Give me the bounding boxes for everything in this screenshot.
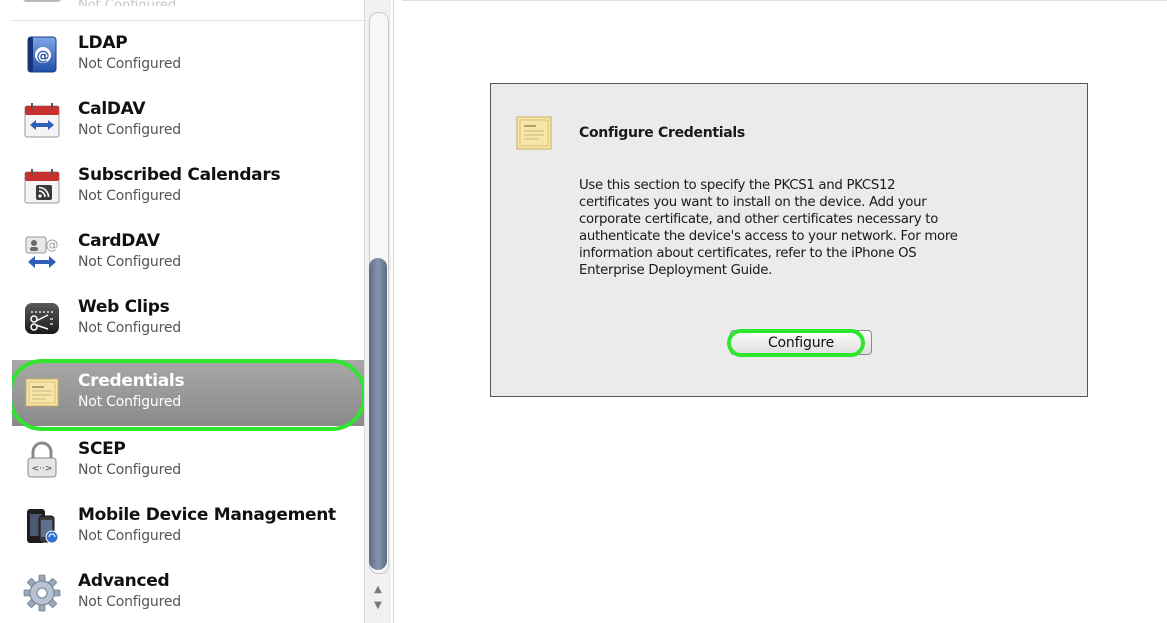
sidebar-item-status: Not Configured xyxy=(78,188,181,204)
scroll-up-arrow-icon[interactable]: ▲ xyxy=(372,584,384,596)
caldav-icon xyxy=(22,100,62,140)
panel-title: Configure Credentials xyxy=(579,125,745,141)
sidebar-item-web-clips[interactable]: Web Clips Not Configured xyxy=(12,286,364,352)
panel-description-line: Use this section to specify the PKCS1 an… xyxy=(579,178,896,193)
advanced-icon xyxy=(22,572,62,612)
panel-description-line: corporate certificate, and other certifi… xyxy=(579,212,939,227)
panel-description-line: certificates you want to install on the … xyxy=(579,195,927,210)
sidebar-item-status: Not Configured xyxy=(78,320,181,336)
sidebar-item-title: CardDAV xyxy=(78,231,160,251)
sidebar-item-ldap[interactable]: @ LDAP Not Configured xyxy=(12,22,364,88)
subscribed-calendars-icon xyxy=(22,166,62,206)
sidebar-item-caldav[interactable]: CalDAV Not Configured xyxy=(12,88,364,154)
sidebar-item-mobile-device-management[interactable]: Mobile Device Management Not Configured xyxy=(12,494,364,560)
sidebar-item-title: Web Clips xyxy=(78,297,170,317)
certificate-icon xyxy=(515,114,553,152)
ldap-icon: @ xyxy=(22,34,62,74)
credentials-highlight-ring xyxy=(12,359,364,431)
sidebar-item-title: CalDAV xyxy=(78,99,146,119)
sidebar-scrollbar[interactable]: ▲ ▼ xyxy=(364,0,391,623)
payload-list: Not Configured @ xyxy=(12,0,364,623)
sidebar-item-status: Not Configured xyxy=(78,122,181,138)
sidebar-item-advanced[interactable]: Advanced Not Configured xyxy=(12,560,364,623)
sidebar-item-status: Not Configured xyxy=(78,394,181,410)
panel-description-line: information about certificates, refer to… xyxy=(579,246,917,261)
sidebar-item-title: LDAP xyxy=(78,33,128,53)
main-content: Configure Credentials Use this section t… xyxy=(402,0,1167,623)
scroll-thumb[interactable] xyxy=(369,258,387,570)
svg-text:<··>: <··> xyxy=(32,464,53,474)
svg-text:@: @ xyxy=(46,238,59,253)
partial-item-status: Not Configured xyxy=(78,0,176,6)
panel-description-line: Enterprise Deployment Guide. xyxy=(579,263,773,278)
mobile-device-management-icon xyxy=(22,506,62,546)
panel-description-line: authenticate the device's access to your… xyxy=(579,229,958,244)
sidebar-item-credentials[interactable]: Credentials Not Configured xyxy=(12,359,364,431)
partial-list-item[interactable]: Not Configured xyxy=(12,0,364,21)
sidebar-item-carddav[interactable]: @ CardDAV Not Configured xyxy=(12,220,364,286)
configure-credentials-panel: Configure Credentials Use this section t… xyxy=(490,83,1088,397)
sidebar-item-title: Mobile Device Management xyxy=(78,505,336,525)
sidebar-item-status: Not Configured xyxy=(78,594,181,610)
sidebar-item-title: Credentials xyxy=(78,371,185,391)
sidebar-item-title: Subscribed Calendars xyxy=(78,165,281,185)
web-clips-icon xyxy=(22,298,62,338)
carddav-icon: @ xyxy=(22,232,62,272)
scroll-down-arrow-icon[interactable]: ▼ xyxy=(372,600,384,612)
sidebar-item-title: SCEP xyxy=(78,439,126,459)
svg-text:@: @ xyxy=(37,49,50,64)
sidebar-item-subscribed-calendars[interactable]: Subscribed Calendars Not Configured xyxy=(12,154,364,220)
scep-icon: <··> xyxy=(22,440,62,480)
sidebar-item-title: Advanced xyxy=(78,571,170,591)
sidebar-item-scep[interactable]: <··> SCEP Not Configured xyxy=(12,428,364,494)
sidebar-item-status: Not Configured xyxy=(78,528,181,544)
credentials-icon xyxy=(22,372,62,412)
payload-sidebar: Not Configured @ xyxy=(0,0,394,623)
sidebar-item-status: Not Configured xyxy=(78,254,181,270)
sidebar-item-status: Not Configured xyxy=(78,462,181,478)
partial-item-icon xyxy=(22,0,62,2)
sidebar-item-status: Not Configured xyxy=(78,56,181,72)
profile-editor-window: Not Configured @ xyxy=(0,0,1167,623)
configure-button[interactable]: Configure xyxy=(730,330,872,355)
